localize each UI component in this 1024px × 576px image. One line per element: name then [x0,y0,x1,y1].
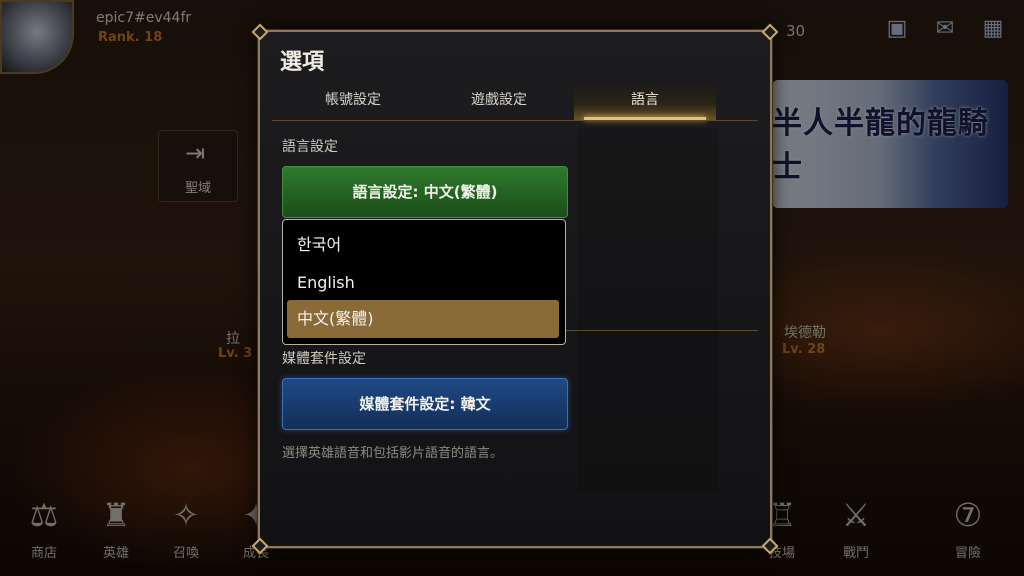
language-option-english[interactable]: English [287,264,559,302]
media-pack-button[interactable]: 媒體套件設定: 韓文 [282,378,568,430]
language-dropdown: 한국어 English 中文(繁體) [282,219,566,345]
language-description: 選擇英雄語音和包括影片語音的語言。 [282,446,504,461]
dialog-title: 選項 [280,50,325,75]
section-divider [560,330,758,331]
tab-divider [272,120,758,121]
content-panel [578,128,718,492]
tab-game-settings[interactable]: 遊戲設定 [428,80,570,120]
language-select-button[interactable]: 語言設定: 中文(繁體) [282,166,568,218]
media-section-label: 媒體套件設定 [282,351,366,367]
language-section-label: 語言設定 [282,139,338,155]
tab-account-settings[interactable]: 帳號設定 [282,80,424,120]
language-option-chinese-traditional[interactable]: 中文(繁體) [287,300,559,338]
language-option-korean[interactable]: 한국어 [287,226,559,264]
tab-language[interactable]: 語言 [574,80,716,120]
